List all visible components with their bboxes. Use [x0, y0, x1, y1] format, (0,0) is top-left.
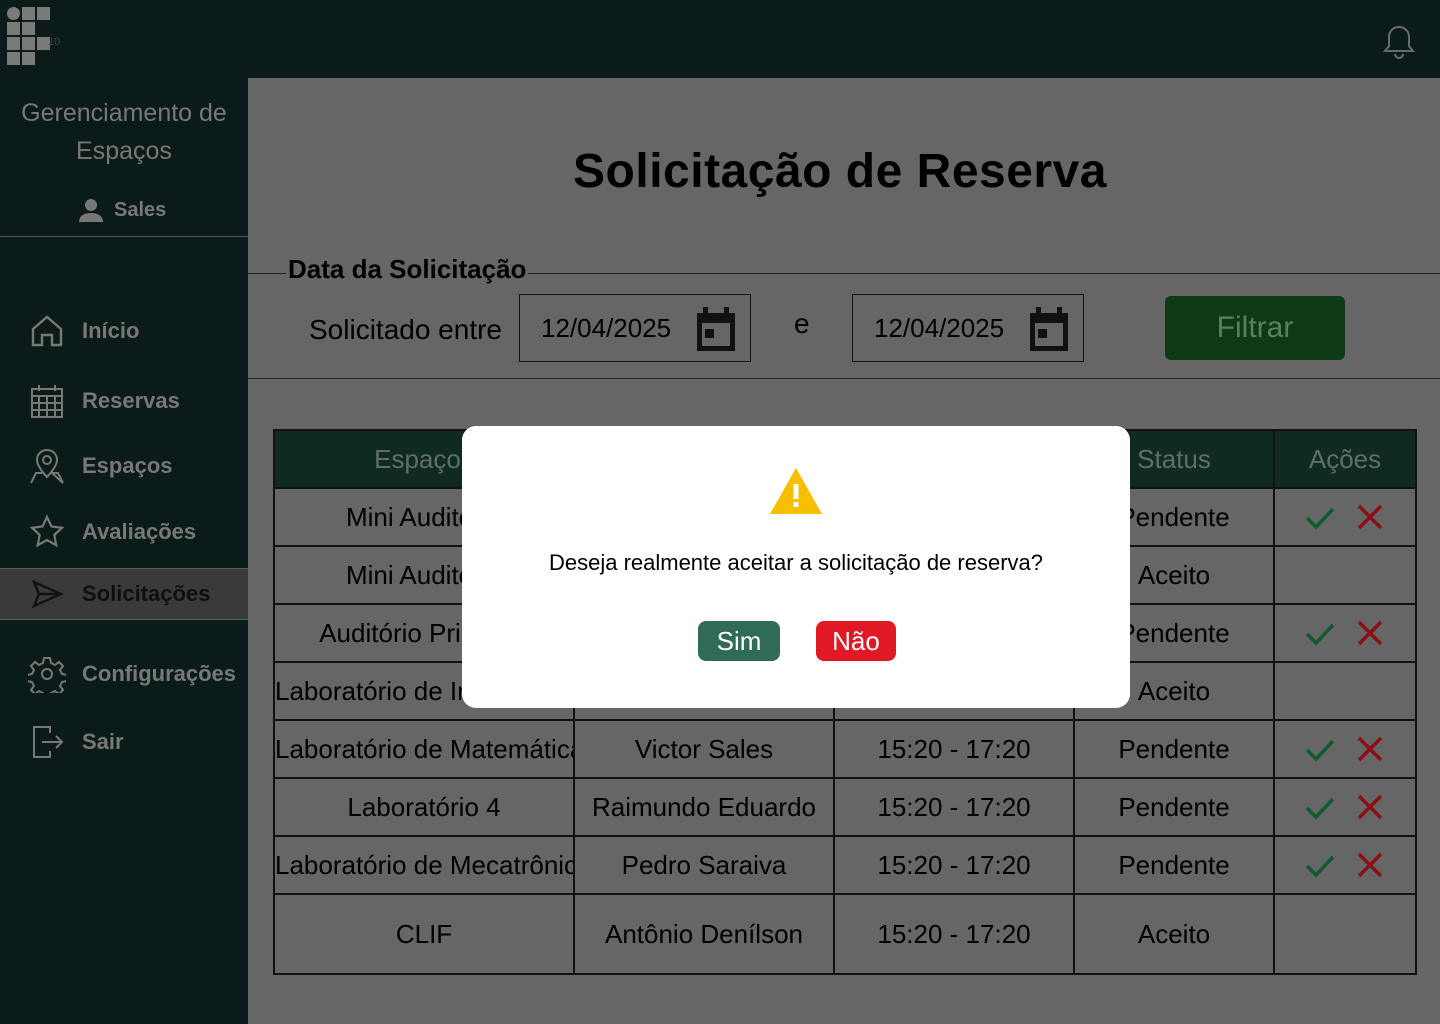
sidebar-item-label: Reservas: [82, 388, 180, 413]
warning-icon: [770, 468, 822, 514]
user-info[interactable]: Sales: [78, 196, 166, 224]
cell-status: Pendente: [1073, 835, 1275, 895]
cell-actions: [1273, 487, 1417, 547]
home-icon: [31, 315, 63, 347]
bell-icon[interactable]: [1380, 24, 1418, 60]
table-row: Laboratório de Mecatrônica Pedro Saraiva 1…: [273, 835, 1417, 895]
cell-space: CLIF: [273, 893, 575, 975]
sidebar-item-espacos[interactable]: Espaços: [0, 440, 248, 492]
sidebar-item-inicio[interactable]: Início: [0, 305, 248, 357]
table-row: Laboratório de Matemática Victor Sales 15:…: [273, 719, 1417, 779]
confirm-no-button[interactable]: Não: [816, 621, 896, 661]
sidebar-item-label: Avaliações: [82, 519, 197, 544]
table-row: Laboratório 4 Raimundo Eduardo 15:20 - 17:…: [273, 777, 1417, 837]
cell-actions: [1273, 777, 1417, 837]
date-to-value: 12/04/2025: [874, 313, 1005, 343]
reject-icon[interactable]: [1354, 733, 1386, 765]
cell-time: 15:20 - 17:20: [833, 777, 1075, 837]
cell-time: 15:20 - 17:20: [833, 835, 1075, 895]
confirm-dialog: Deseja realmente aceitar a solicitação d…: [462, 426, 1130, 708]
cell-actions: [1273, 545, 1417, 605]
page-title: Solicitação de Reserva: [573, 145, 1107, 198]
cell-actions: [1273, 835, 1417, 895]
cell-time: 15:20 - 17:20: [833, 719, 1075, 779]
cell-space: Laboratório de Matemática: [273, 719, 575, 779]
logo-text: 10: [48, 36, 61, 48]
cell-status: Pendente: [1073, 719, 1275, 779]
sidebar-item-configuracoes[interactable]: Configurações: [0, 648, 248, 700]
app-title: Gerenciamento de Espaços: [21, 99, 227, 165]
cell-requester: Raimundo Eduardo: [573, 777, 835, 837]
cell-actions: [1273, 893, 1417, 975]
sidebar-item-label: Espaços: [82, 453, 173, 478]
cell-space: Laboratório de Mecatrônica: [273, 835, 575, 895]
sidebar-item-avaliacoes[interactable]: Avaliações: [0, 506, 248, 558]
reject-icon[interactable]: [1354, 617, 1386, 649]
sidebar-item-label: Configurações: [82, 661, 237, 686]
reject-icon[interactable]: [1354, 501, 1386, 533]
accept-icon[interactable]: [1304, 849, 1336, 881]
user-name: Sales: [114, 198, 167, 221]
sidebar-item-label: Início: [82, 318, 140, 343]
send-icon: [31, 579, 64, 609]
accept-icon[interactable]: [1304, 791, 1336, 823]
date-filter: Data da Solicitação Solicitado entre 12/…: [248, 254, 1440, 379]
gear-icon: [28, 657, 66, 693]
cell-requester: Victor Sales: [573, 719, 835, 779]
filter-button[interactable]: Filtrar: [1165, 296, 1345, 360]
accept-icon[interactable]: [1304, 501, 1336, 533]
sidebar-item-label: Solicitações: [82, 581, 211, 606]
top-bar: 10: [0, 0, 1440, 78]
logout-icon: [33, 726, 64, 758]
table-row: CLIF Antônio Denílson 15:20 - 17:20 Aceito: [273, 893, 1417, 975]
sidebar-item-solicitacoes[interactable]: Solicitações: [0, 568, 248, 620]
cell-space: Laboratório 4: [273, 777, 575, 837]
confirm-yes-button[interactable]: Sim: [698, 621, 780, 661]
accept-icon[interactable]: [1304, 617, 1336, 649]
date-from-input[interactable]: 12/04/2025: [519, 294, 751, 362]
calendar-icon[interactable]: [695, 307, 737, 351]
filter-legend: Data da Solicitação: [286, 254, 529, 285]
calendar-icon[interactable]: [1028, 307, 1070, 351]
calendar-icon: [31, 385, 63, 418]
institution-logo: [7, 7, 51, 65]
map-pin-icon: [30, 448, 64, 484]
cell-time: 15:20 - 17:20: [833, 893, 1075, 975]
date-to-input[interactable]: 12/04/2025: [852, 294, 1084, 362]
column-header: Ações: [1273, 429, 1417, 489]
sidebar-item-sair[interactable]: Sair: [0, 716, 248, 768]
date-separator: e: [794, 308, 810, 339]
sidebar: Gerenciamento de Espaços Sales Início Re…: [0, 78, 248, 1024]
filter-label: Solicitado entre: [309, 314, 503, 345]
cell-status: Aceito: [1073, 893, 1275, 975]
sidebar-item-label: Sair: [82, 729, 124, 754]
user-icon: [79, 199, 103, 222]
cell-actions: [1273, 603, 1417, 663]
cell-requester: Antônio Denílson: [573, 893, 835, 975]
star-icon: [29, 514, 65, 548]
dialog-message: Deseja realmente aceitar a solicitação d…: [548, 550, 1044, 575]
date-from-value: 12/04/2025: [541, 313, 672, 343]
cell-actions: [1273, 661, 1417, 721]
cell-requester: Pedro Saraiva: [573, 835, 835, 895]
divider: [0, 236, 248, 237]
cell-actions: [1273, 719, 1417, 779]
accept-icon[interactable]: [1304, 733, 1336, 765]
sidebar-item-reservas[interactable]: Reservas: [0, 375, 248, 427]
reject-icon[interactable]: [1354, 849, 1386, 881]
cell-status: Pendente: [1073, 777, 1275, 837]
reject-icon[interactable]: [1354, 791, 1386, 823]
